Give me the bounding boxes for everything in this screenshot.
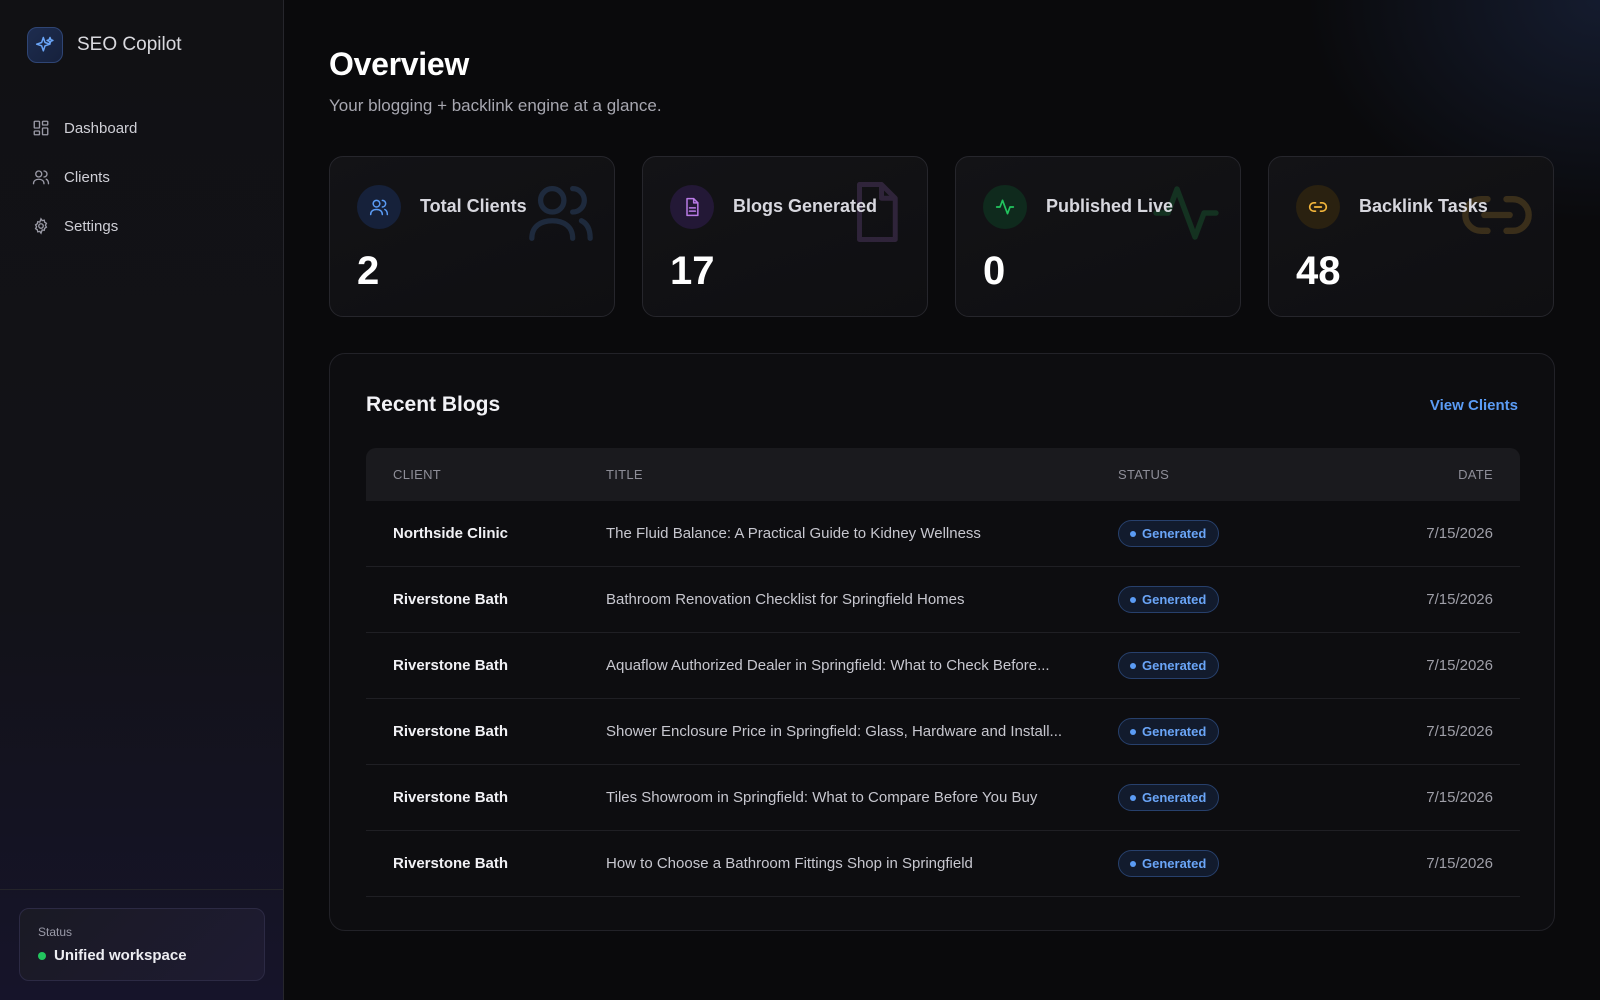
status-dot (38, 951, 46, 960)
table-row[interactable]: Northside Clinic The Fluid Balance: A Pr… (366, 501, 1520, 567)
row-date: 7/15/2026 (1426, 723, 1493, 740)
view-clients-link[interactable]: View Clients (1430, 397, 1518, 414)
sidebar-nav: Dashboard Clients Settings (20, 106, 264, 253)
status-card: Status Unified workspace (19, 908, 265, 981)
column-header-status: STATUS (1118, 467, 1170, 482)
status-badge: Generated (1118, 586, 1220, 613)
link-icon (1296, 185, 1340, 229)
row-status: Generated (1118, 586, 1368, 613)
status-badge: Generated (1118, 520, 1220, 547)
row-client: Riverstone Bath (393, 855, 509, 872)
row-client: Riverstone Bath (393, 723, 509, 740)
badge-dot (1130, 662, 1136, 669)
badge-label: Generated (1142, 856, 1207, 871)
recent-blogs-title: Recent Blogs (366, 393, 501, 416)
sidebar-item-label: Clients (64, 168, 110, 186)
row-status: Generated (1118, 718, 1368, 745)
sidebar-item-label: Settings (64, 217, 119, 235)
table-row[interactable]: Riverstone Bath How to Choose a Bathroom… (366, 831, 1520, 897)
brand[interactable]: SEO Copilot (27, 27, 182, 63)
row-status: Generated (1118, 784, 1368, 811)
app-name: SEO Copilot (77, 34, 182, 55)
row-client: Riverstone Bath (393, 789, 509, 806)
users-icon (526, 177, 596, 252)
stat-card-blogs-generated: Blogs Generated 17 (642, 156, 928, 317)
sidebar-item-clients[interactable]: Clients (20, 155, 264, 199)
status-text: Unified workspace (54, 947, 187, 964)
stat-label: Total Clients (420, 196, 527, 216)
row-client: Northside Clinic (393, 525, 509, 542)
row-title: Shower Enclosure Price in Springfield: G… (606, 723, 1063, 740)
badge-dot (1130, 794, 1136, 801)
status-value: Unified workspace (38, 947, 246, 964)
stat-card-published-live: Published Live 0 (955, 156, 1241, 317)
row-status: Generated (1118, 520, 1368, 547)
badge-dot (1130, 530, 1136, 537)
sidebar-item-dashboard[interactable]: Dashboard (20, 106, 264, 150)
status-badge: Generated (1118, 718, 1220, 745)
badge-label: Generated (1142, 790, 1207, 805)
column-header-date: DATE (1458, 467, 1493, 482)
stat-card-backlink-tasks: Backlink Tasks 48 (1268, 156, 1554, 317)
activity-icon (983, 185, 1027, 229)
sparkle-icon (27, 27, 63, 63)
stat-label: Backlink Tasks (1359, 196, 1488, 216)
row-title: Tiles Showroom in Springfield: What to C… (606, 789, 1038, 806)
stat-label: Published Live (1046, 196, 1174, 216)
gear-icon (32, 217, 50, 235)
stat-value: 48 (1296, 249, 1341, 293)
stat-value: 0 (983, 249, 1006, 293)
users-icon (357, 185, 401, 229)
badge-label: Generated (1142, 592, 1207, 607)
recent-blogs-table: CLIENT TITLE STATUS DATE Northside Clini… (366, 448, 1520, 897)
badge-label: Generated (1142, 724, 1207, 739)
row-date: 7/15/2026 (1426, 525, 1493, 542)
row-date: 7/15/2026 (1426, 657, 1493, 674)
sidebar-item-label: Dashboard (64, 119, 138, 137)
badge-label: Generated (1142, 658, 1207, 673)
recent-blogs-panel: Recent Blogs View Clients CLIENT TITLE S… (329, 353, 1555, 931)
table-row[interactable]: Riverstone Bath Tiles Showroom in Spring… (366, 765, 1520, 831)
table-row[interactable]: Riverstone Bath Bathroom Renovation Chec… (366, 567, 1520, 633)
status-badge: Generated (1118, 652, 1220, 679)
sidebar-divider (0, 889, 284, 890)
row-date: 7/15/2026 (1426, 591, 1493, 608)
status-label: Status (38, 925, 73, 939)
column-header-title: TITLE (606, 467, 643, 482)
row-status: Generated (1118, 850, 1368, 877)
row-client: Riverstone Bath (393, 591, 509, 608)
users-icon (32, 168, 50, 186)
page-title: Overview (329, 46, 469, 82)
badge-dot (1130, 596, 1136, 603)
column-header-client: CLIENT (393, 467, 442, 482)
stat-value: 2 (357, 249, 380, 293)
row-status: Generated (1118, 652, 1368, 679)
link-icon (1459, 177, 1535, 258)
badge-dot (1130, 728, 1136, 735)
row-title: How to Choose a Bathroom Fittings Shop i… (606, 855, 973, 872)
table-header: CLIENT TITLE STATUS DATE (366, 448, 1520, 501)
row-title: Aquaflow Authorized Dealer in Springfiel… (606, 657, 1050, 674)
stat-card-total-clients: Total Clients 2 (329, 156, 615, 317)
badge-label: Generated (1142, 526, 1207, 541)
sidebar: SEO Copilot Dashboard Clients Settings S… (0, 0, 284, 1000)
stats-row: Total Clients 2 Blogs Generated 17 Publi… (329, 156, 1555, 317)
document-icon (670, 185, 714, 229)
row-date: 7/15/2026 (1426, 789, 1493, 806)
row-title: Bathroom Renovation Checklist for Spring… (606, 591, 965, 608)
stat-label: Blogs Generated (733, 196, 878, 216)
stat-value: 17 (670, 249, 715, 293)
row-title: The Fluid Balance: A Practical Guide to … (606, 525, 981, 542)
sidebar-item-settings[interactable]: Settings (20, 204, 264, 248)
dashboard-icon (32, 119, 50, 137)
table-row[interactable]: Riverstone Bath Aquaflow Authorized Deal… (366, 633, 1520, 699)
row-date: 7/15/2026 (1426, 855, 1493, 872)
badge-dot (1130, 860, 1136, 867)
table-row[interactable]: Riverstone Bath Shower Enclosure Price i… (366, 699, 1520, 765)
status-badge: Generated (1118, 850, 1220, 877)
row-client: Riverstone Bath (393, 657, 509, 674)
page-subtitle: Your blogging + backlink engine at a gla… (329, 96, 662, 115)
status-badge: Generated (1118, 784, 1220, 811)
